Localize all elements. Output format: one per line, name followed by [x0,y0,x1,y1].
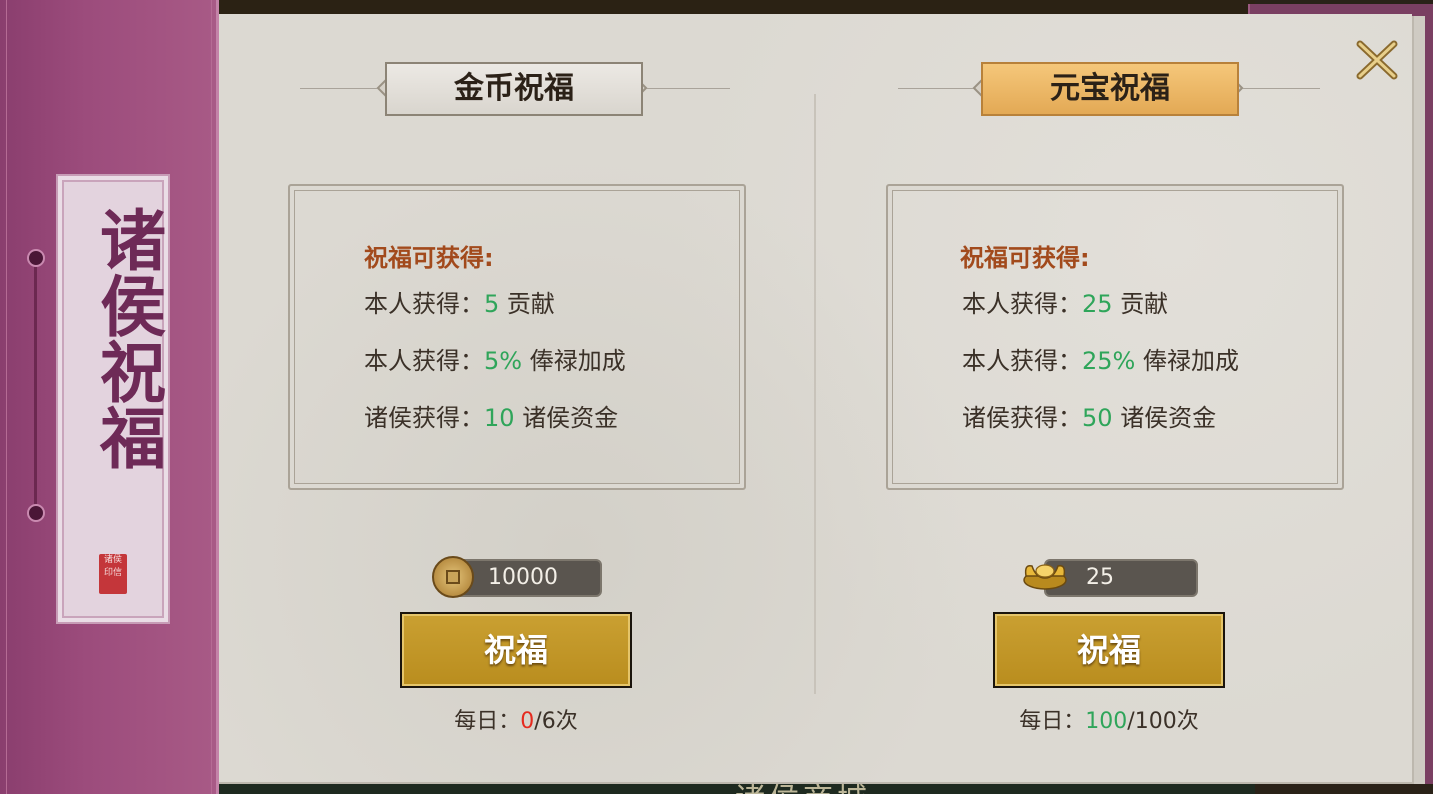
reward-unit: 俸禄加成 [529,347,626,375]
reward-unit: 诸侯资金 [1120,404,1217,432]
daily-label: 每日： [1019,709,1086,734]
reward-unit: 贡献 [506,290,555,318]
coin-reward-box: 祝福可获得: 本人获得：5 贡献 本人获得：5% 俸禄加成 诸侯获得：10 诸侯… [288,184,746,490]
column-divider [814,94,816,694]
copper-coin-icon [432,556,474,598]
background-label: 诸侯商城 [735,780,871,794]
coin-daily-limit: 每日：0/6次 [400,703,632,735]
reward-value: 5 [484,290,500,318]
reward-value: 25% [1082,347,1136,375]
header-rule [898,88,980,89]
paper-edge [1410,16,1425,784]
gold-ingot-icon [1023,564,1067,590]
reward-title: 祝福可获得: [960,244,1090,272]
reward-label: 诸侯获得： [364,404,484,432]
reward-line: 本人获得：5% 俸禄加成 [364,341,626,376]
reward-line: 诸侯获得：50 诸侯资金 [962,398,1216,433]
reward-label: 本人获得： [364,290,484,318]
coin-hole [446,570,460,584]
coin-bless-button[interactable]: 祝福 [400,612,632,688]
reward-line: 本人获得：25 贡献 [962,284,1168,319]
book-spine: 诸侯祝福 诸侯 印信 [0,0,219,794]
daily-total: /100次 [1127,709,1199,734]
reward-unit: 俸禄加成 [1142,347,1239,375]
reward-line: 诸侯获得：10 诸侯资金 [364,398,618,433]
reward-label: 本人获得： [364,347,484,375]
daily-used: 0 [520,709,535,734]
header-rule [1236,88,1320,89]
reward-label: 本人获得： [962,290,1082,318]
title-card: 诸侯祝福 诸侯 印信 [56,174,170,624]
reward-value: 50 [1082,404,1113,432]
ingot-reward-box: 祝福可获得: 本人获得：25 贡献 本人获得：25% 俸禄加成 诸侯获得：50 … [886,184,1344,490]
reward-line: 本人获得：25% 俸禄加成 [962,341,1239,376]
binding-hole-bottom [27,504,45,522]
daily-total: /6次 [534,709,578,734]
close-button[interactable] [1352,36,1402,84]
binding-cord [34,256,37,512]
close-x-icon [1356,40,1398,80]
reward-line: 本人获得：5 贡献 [364,284,555,319]
daily-used: 100 [1085,709,1128,734]
header-rule [300,88,384,89]
ingot-cost-value: 25 [1086,565,1114,590]
reward-value: 5% [484,347,523,375]
coin-cost-value: 10000 [488,565,558,590]
tab-ingot-blessing[interactable]: 元宝祝福 [981,62,1239,116]
window-title: 诸侯祝福 [89,206,167,470]
seal-stamp-icon: 诸侯 印信 [99,554,127,594]
tab-coin-blessing[interactable]: 金币祝福 [385,62,643,116]
reward-unit: 诸侯资金 [522,404,619,432]
reward-label: 诸侯获得： [962,404,1082,432]
reward-label: 本人获得： [962,347,1082,375]
reward-value: 10 [484,404,515,432]
background-scene-bottom: 诸侯商城 [215,780,1255,794]
reward-title: 祝福可获得: [364,244,494,272]
ingot-bless-button[interactable]: 祝福 [993,612,1225,688]
daily-label: 每日： [454,709,521,734]
header-rule [640,88,730,89]
reward-unit: 贡献 [1120,290,1169,318]
binding-hole-top [27,249,45,267]
reward-value: 25 [1082,290,1113,318]
ingot-daily-limit: 每日：100/100次 [993,703,1225,735]
